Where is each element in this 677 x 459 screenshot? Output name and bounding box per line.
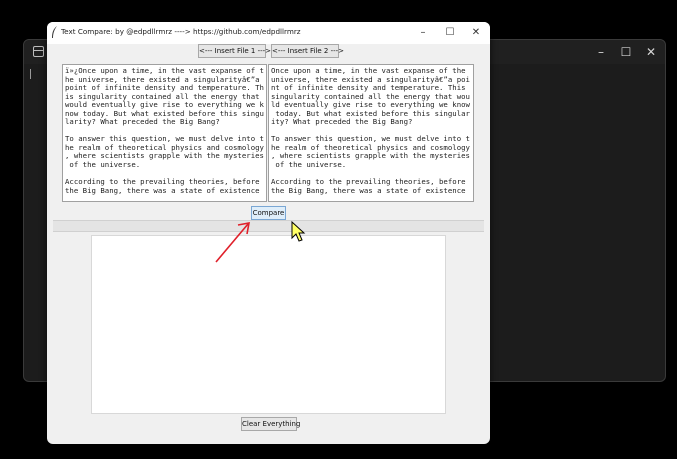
insert-file-2-button[interactable]: <--- Insert File 2 --->: [271, 44, 344, 58]
file-1-text-area[interactable]: ï»¿Once upon a time, in the vast expanse…: [62, 64, 267, 202]
window-close-button[interactable]: ✕: [464, 25, 488, 41]
file-2-text-area[interactable]: Once upon a time, in the vast expanse of…: [268, 64, 474, 202]
compare-button[interactable]: Compare: [251, 206, 286, 220]
background-divider: [30, 69, 31, 79]
window-minimize-button[interactable]: –: [411, 25, 435, 41]
insert-file-1-button[interactable]: <--- Insert File 1 --->: [198, 44, 271, 58]
window-maximize-button[interactable]: ☐: [438, 25, 462, 41]
close-icon[interactable]: ✕: [639, 43, 663, 61]
app-icon: [33, 46, 44, 57]
text-compare-window: Text Compare: by @edpdllrmrz ----> https…: [47, 22, 490, 444]
maximize-icon[interactable]: ☐: [614, 43, 638, 61]
horizontal-scrollbar[interactable]: [53, 220, 484, 232]
clear-everything-button[interactable]: Clear Everything: [241, 417, 300, 431]
window-title: Text Compare: by @edpdllrmrz ----> https…: [61, 27, 301, 36]
minimize-icon[interactable]: –: [589, 43, 613, 61]
feather-icon: [52, 26, 57, 38]
window-titlebar[interactable]: Text Compare: by @edpdllrmrz ----> https…: [47, 22, 490, 44]
comparison-output-area[interactable]: [91, 235, 446, 414]
